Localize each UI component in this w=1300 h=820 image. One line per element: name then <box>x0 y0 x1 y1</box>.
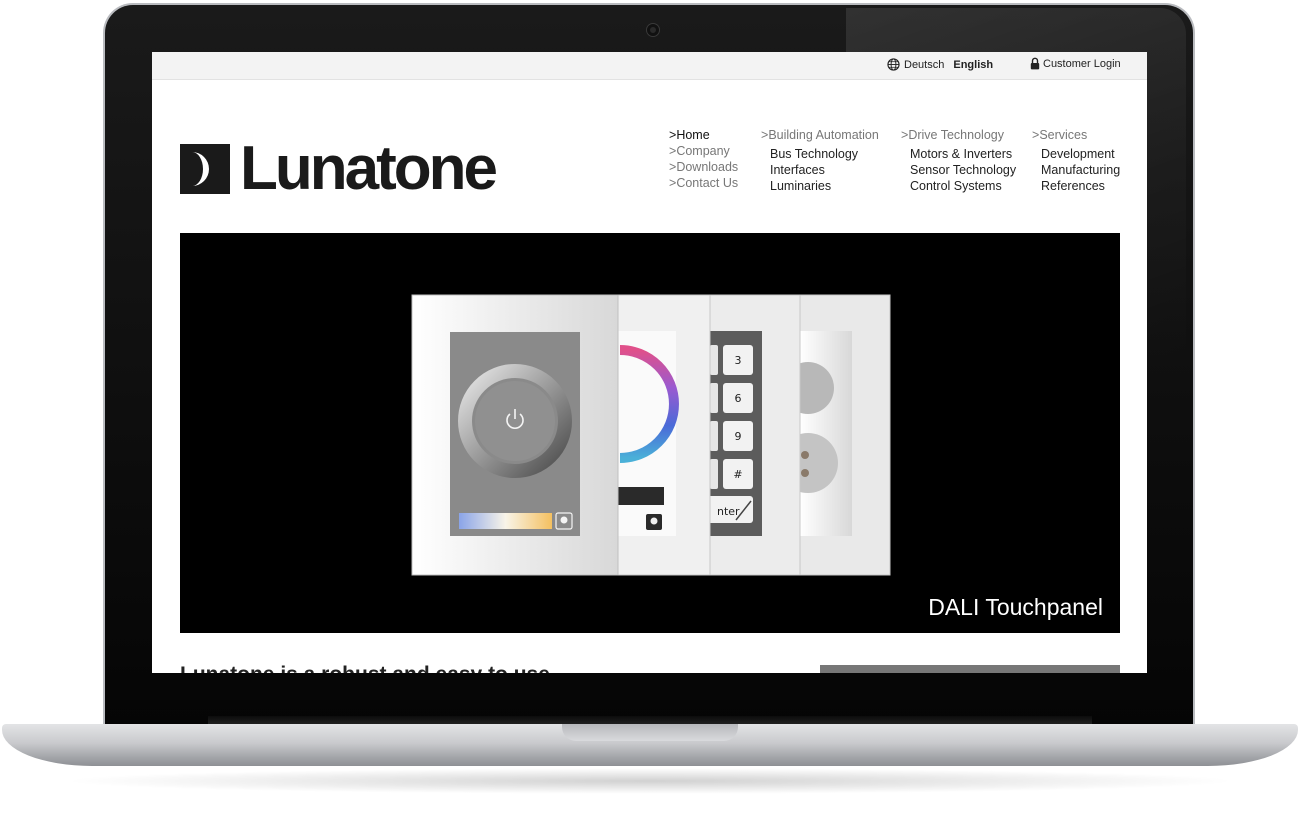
nav-sensor-technology[interactable]: Sensor Technology <box>901 162 1016 178</box>
nav-downloads[interactable]: >Downloads <box>669 159 738 175</box>
lock-icon <box>1030 57 1040 70</box>
key-hash: # <box>733 468 742 481</box>
nav-development[interactable]: Development <box>1032 146 1120 162</box>
touchpanel-2-color <box>609 294 711 576</box>
brand-logo[interactable]: Lunatone <box>180 134 498 203</box>
touchpanel-1-dimmer <box>411 294 619 576</box>
nav-manufacturing[interactable]: Manufacturing <box>1032 162 1120 178</box>
lang-deutsch-link[interactable]: Deutsch <box>904 59 944 71</box>
nav-interfaces[interactable]: Interfaces <box>761 162 879 178</box>
lunatone-logo-mark <box>180 144 230 194</box>
nav-control-systems[interactable]: Control Systems <box>901 178 1016 194</box>
nav-services-group: >Services Development Manufacturing Refe… <box>1032 127 1120 194</box>
camera-icon <box>647 24 659 36</box>
nav-bus-technology[interactable]: Bus Technology <box>761 146 879 162</box>
nav-building-automation-group: >Building Automation Bus Technology Inte… <box>761 127 879 194</box>
nav-drive-technology-group: >Drive Technology Motors & Inverters Sen… <box>901 127 1016 194</box>
laptop-shadow <box>60 768 1240 794</box>
nav-motors-inverters[interactable]: Motors & Inverters <box>901 146 1016 162</box>
nav-contact-us[interactable]: >Contact Us <box>669 175 738 191</box>
lang-english-link[interactable]: English <box>953 59 993 71</box>
laptop-notch <box>562 724 738 741</box>
customer-login-link[interactable]: Customer Login <box>1030 57 1121 70</box>
nav-building-automation[interactable]: >Building Automation <box>761 127 879 143</box>
nav-luminaries[interactable]: Luminaries <box>761 178 879 194</box>
language-switcher: Deutsch English <box>887 58 993 71</box>
nav-company[interactable]: >Company <box>669 143 738 159</box>
key-enter: nter <box>717 505 740 518</box>
nav-services[interactable]: >Services <box>1032 127 1120 143</box>
touchpanel-3-keypad: 3 6 9 # nter <box>699 294 801 576</box>
main-nav: >Home >Company >Downloads >Contact Us <box>669 127 738 191</box>
nav-references[interactable]: References <box>1032 178 1120 194</box>
hero-banner[interactable]: 3 6 9 # nter DALI Touchpanel <box>180 233 1120 633</box>
utility-bar: Deutsch English Customer Login <box>152 52 1147 80</box>
sidebar-box <box>820 665 1120 673</box>
customer-login-label: Customer Login <box>1043 57 1121 70</box>
key-6: 6 <box>735 392 742 405</box>
intro-headline: Lunatone is a robust and easy to use ... <box>180 663 573 673</box>
hero-caption: DALI Touchpanel <box>928 594 1103 620</box>
nav-drive-technology[interactable]: >Drive Technology <box>901 127 1016 143</box>
nav-home[interactable]: >Home <box>669 127 738 143</box>
key-3: 3 <box>735 354 742 367</box>
browser-screen: Deutsch English Customer Login Lunatone … <box>152 52 1147 673</box>
globe-icon <box>887 58 900 71</box>
key-9: 9 <box>735 430 742 443</box>
touchpanel-product-image: 3 6 9 # nter <box>411 294 891 576</box>
logo-wordmark: Lunatone <box>240 134 498 203</box>
